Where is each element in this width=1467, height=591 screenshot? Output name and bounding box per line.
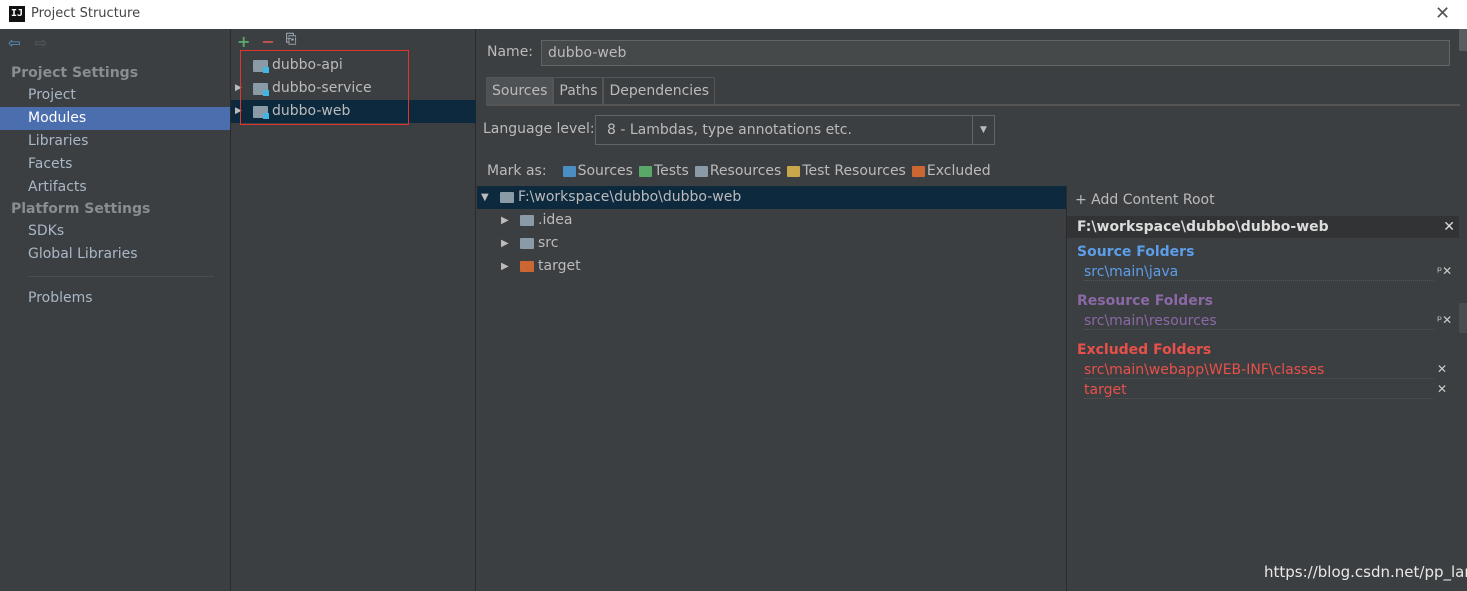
tree-label: .idea — [538, 212, 573, 228]
mark-excluded-button[interactable]: Excluded — [911, 163, 991, 179]
resources-folder-icon — [694, 165, 708, 177]
scrollbar[interactable] — [1459, 303, 1467, 333]
expand-arrow-icon[interactable]: ▶ — [501, 209, 509, 232]
edit-remove-icons[interactable]: ᵖ✕ — [1437, 264, 1452, 278]
folder-icon — [500, 192, 514, 203]
modules-pane: + − ⎘ dubbo-api ▶ dubbo-service ▶ dubbo-… — [231, 29, 476, 591]
mark-sources-label: Sources — [577, 163, 633, 179]
tree-row[interactable]: ▶ target — [477, 255, 1066, 278]
remove-icon[interactable]: ✕ — [1437, 362, 1447, 376]
tab-sources[interactable]: Sources — [486, 77, 554, 105]
folder-icon — [520, 238, 534, 249]
content-root-header: F:\workspace\dubbo\dubbo-web ✕ — [1067, 216, 1459, 238]
module-detail-pane: Name: dubbo-web Sources Paths Dependenci… — [477, 29, 1467, 591]
tab-paths[interactable]: Paths — [553, 77, 604, 105]
mark-as-bar: Mark as: Sources Tests Resources Test Re… — [487, 163, 991, 179]
excluded-folder-icon — [520, 261, 534, 272]
sidebar-item-libraries[interactable]: Libraries — [0, 130, 230, 153]
excluded-folders-header: Excluded Folders — [1077, 342, 1212, 358]
excluded-folder-icon — [911, 165, 925, 177]
expand-arrow-icon[interactable]: ▶ — [501, 255, 509, 278]
mark-resources-label: Resources — [709, 163, 782, 179]
intellij-app-icon: IJ — [9, 6, 25, 22]
forward-arrow-icon[interactable]: ⇨ — [35, 34, 48, 52]
content-root-panel: + Add Content Root F:\workspace\dubbo\du… — [1066, 186, 1467, 591]
mark-excluded-label: Excluded — [926, 163, 991, 179]
mark-sources-button[interactable]: Sources — [562, 163, 633, 179]
scrollbar[interactable] — [1459, 29, 1467, 51]
settings-sidebar: ⇦ ⇨ Project Settings Project Modules Lib… — [0, 29, 231, 591]
resource-folder-item[interactable]: src\main\resources — [1084, 313, 1434, 330]
name-label: Name: — [487, 44, 534, 60]
collapse-arrow-icon[interactable]: ▼ — [481, 186, 489, 209]
tree-row[interactable]: ▶ .idea — [477, 209, 1066, 232]
tree-row-root[interactable]: ▼ F:\workspace\dubbo\dubbo-web — [477, 186, 1066, 209]
edit-remove-icons[interactable]: ᵖ✕ — [1437, 313, 1452, 327]
mark-tests-label: Tests — [653, 163, 689, 179]
modules-toolbar: + − ⎘ — [237, 32, 296, 51]
add-content-root-button[interactable]: + Add Content Root — [1075, 192, 1215, 208]
close-icon[interactable]: ✕ — [1435, 3, 1450, 24]
folder-icon — [520, 215, 534, 226]
remove-icon[interactable]: − — [261, 32, 274, 51]
tests-folder-icon — [638, 165, 652, 177]
platform-settings-header: Platform Settings — [11, 201, 151, 217]
mark-resources-button[interactable]: Resources — [694, 163, 782, 179]
resource-folders-header: Resource Folders — [1077, 293, 1213, 309]
tree-root-label: F:\workspace\dubbo\dubbo-web — [518, 189, 742, 205]
source-folders-header: Source Folders — [1077, 244, 1195, 260]
detail-tabs: Sources Paths Dependencies — [486, 77, 716, 105]
mark-test-resources-button[interactable]: Test Resources — [787, 163, 906, 179]
sidebar-item-artifacts[interactable]: Artifacts — [0, 176, 230, 199]
sources-folder-icon — [562, 165, 576, 177]
excluded-folder-item[interactable]: src\main\webapp\WEB-INF\classes — [1084, 362, 1434, 379]
tree-row[interactable]: ▶ src — [477, 232, 1066, 255]
tree-label: src — [538, 235, 559, 251]
name-field[interactable]: dubbo-web — [541, 40, 1450, 66]
excluded-folder-item[interactable]: target — [1084, 382, 1434, 399]
project-settings-header: Project Settings — [11, 65, 139, 81]
watermark-text: https://blog.csdn.net/pp_lan — [1264, 563, 1467, 581]
title-bar: IJ Project Structure ✕ — [0, 0, 1467, 29]
sidebar-item-global-libraries[interactable]: Global Libraries — [0, 243, 230, 266]
tab-dependencies[interactable]: Dependencies — [603, 77, 716, 105]
remove-icon[interactable]: ✕ — [1437, 382, 1447, 396]
expand-arrow-icon[interactable]: ▶ — [501, 232, 509, 255]
tree-label: target — [538, 258, 581, 274]
language-level-select[interactable]: 8 - Lambdas, type annotations etc. ▼ — [595, 115, 995, 145]
source-folder-item[interactable]: src\main\java — [1084, 264, 1434, 281]
content-root-path: F:\workspace\dubbo\dubbo-web — [1077, 219, 1329, 235]
tab-underline — [486, 104, 1460, 106]
add-icon[interactable]: + — [237, 32, 250, 51]
sidebar-item-modules[interactable]: Modules — [0, 107, 230, 130]
nav-arrows: ⇦ ⇨ — [8, 34, 47, 52]
source-tree: ▼ F:\workspace\dubbo\dubbo-web ▶ .idea ▶… — [477, 186, 1066, 591]
language-level-label: Language level: — [483, 121, 595, 137]
window-title: Project Structure — [31, 6, 141, 21]
sidebar-item-problems[interactable]: Problems — [0, 287, 230, 310]
sidebar-item-sdks[interactable]: SDKs — [0, 220, 230, 243]
test-resources-folder-icon — [787, 165, 801, 177]
language-level-value: 8 - Lambdas, type annotations etc. — [607, 122, 852, 138]
mark-test-resources-label: Test Resources — [802, 163, 906, 179]
sidebar-item-facets[interactable]: Facets — [0, 153, 230, 176]
copy-icon[interactable]: ⎘ — [286, 32, 296, 51]
sidebar-item-project[interactable]: Project — [0, 84, 230, 107]
mark-as-label: Mark as: — [487, 163, 547, 179]
remove-root-icon[interactable]: ✕ — [1443, 216, 1455, 238]
dropdown-arrow-icon[interactable]: ▼ — [972, 116, 994, 144]
back-arrow-icon[interactable]: ⇦ — [8, 34, 21, 52]
sidebar-divider — [28, 276, 214, 277]
mark-tests-button[interactable]: Tests — [638, 163, 689, 179]
highlight-annotation-box — [240, 50, 409, 125]
